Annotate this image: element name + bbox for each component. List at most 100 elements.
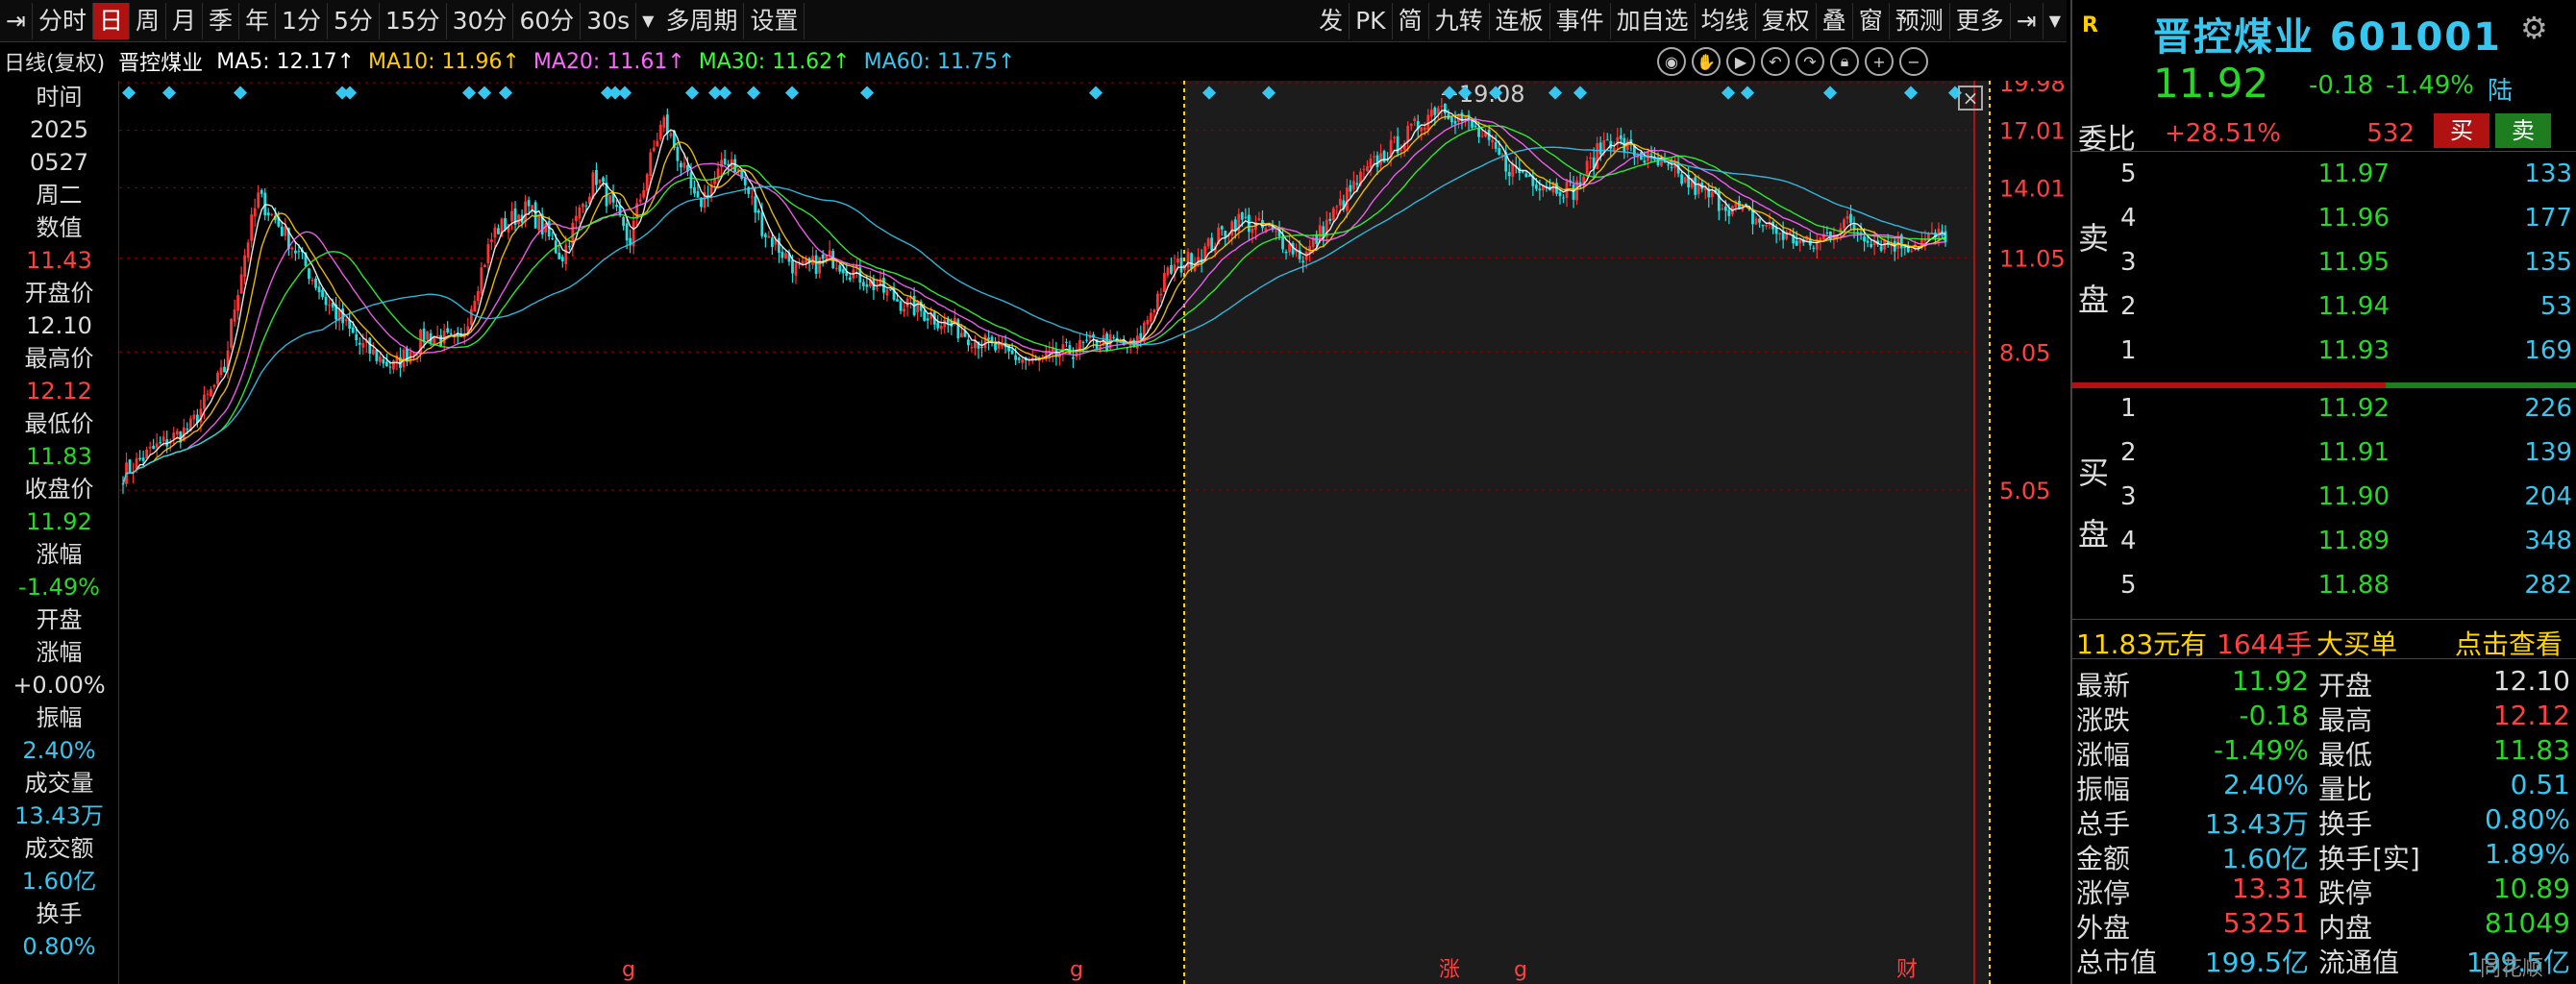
candle-body — [308, 268, 310, 280]
zoom-in-icon[interactable]: + — [1865, 47, 1894, 76]
stat-key: 涨停 — [2076, 877, 2131, 909]
hand-icon[interactable]: ✋ — [1692, 47, 1721, 76]
bids-level-row[interactable]: 1 11.92 226 — [2072, 394, 2576, 438]
watermark-text: 同花顺F10 — [2480, 957, 2544, 984]
period-button[interactable]: 30s — [581, 2, 637, 39]
candle-body — [750, 196, 754, 198]
bids-level-row[interactable]: 3 11.90 204 — [2072, 482, 2576, 527]
big-order-link[interactable]: 点击查看 — [2455, 624, 2563, 662]
stat-row: 最新 11.92 开盘 12.10 — [2072, 665, 2576, 701]
candle-body — [324, 296, 328, 306]
stat-key: 涨幅 — [2076, 739, 2131, 771]
candle-body — [1206, 238, 1210, 247]
period-button[interactable]: 5分 — [328, 2, 380, 39]
candle-body — [216, 372, 219, 384]
buy-button[interactable]: 买 — [2434, 113, 2489, 148]
zoom-out-icon[interactable]: − — [1899, 47, 1928, 76]
candle-body — [885, 289, 889, 296]
candle-body — [608, 195, 611, 204]
webi-diff: 532 — [2366, 119, 2415, 148]
candle-body — [490, 239, 493, 242]
level-price: 11.97 — [2317, 160, 2390, 188]
candle-body — [1393, 136, 1397, 138]
candle-body — [152, 445, 156, 450]
candle-body — [1683, 177, 1687, 183]
level-index: 5 — [2120, 571, 2137, 600]
candlestick-chart[interactable]: 19.9817.0114.0111.058.055.05 19.08gg涨g财 … — [119, 81, 2070, 984]
candle-body — [622, 217, 626, 227]
gear-icon[interactable]: ⚙ — [2520, 10, 2548, 46]
bids-level-row[interactable]: 5 11.88 282 — [2072, 571, 2576, 615]
toggle-sidebar-icon[interactable]: ⇥ — [0, 2, 33, 39]
tool-button[interactable]: 发 — [1313, 2, 1350, 39]
price-axis-label: 14.01 — [1999, 175, 2066, 202]
period-button[interactable]: 月 — [166, 2, 204, 39]
asks-level-row[interactable]: 2 11.94 53 — [2072, 292, 2576, 336]
period-button[interactable]: 年 — [239, 2, 277, 39]
chart-mode-label[interactable]: 日线(复权) — [4, 46, 105, 77]
tool-button[interactable]: 复权 — [1756, 2, 1817, 39]
period-button[interactable]: 季 — [203, 2, 240, 39]
multi-period-button[interactable]: 多周期 — [659, 2, 745, 39]
candle-body — [1558, 192, 1562, 197]
candle-body — [1014, 355, 1018, 360]
ma10-label: MA10: 11.96↑ — [368, 49, 520, 74]
candle-body — [889, 288, 892, 290]
tool-button[interactable]: 事件 — [1550, 2, 1611, 39]
period-button[interactable]: 分时 — [33, 2, 93, 39]
period-button[interactable]: 60分 — [513, 2, 582, 39]
tool-button[interactable]: 加自选 — [1611, 2, 1696, 39]
candle-body — [1585, 160, 1589, 175]
period-dropdown-icon[interactable]: ▼ — [636, 3, 659, 39]
candle-body — [1149, 312, 1152, 322]
redo-icon[interactable]: ↷ — [1796, 47, 1824, 76]
candle-body — [483, 264, 486, 268]
sell-button[interactable]: 卖 — [2495, 113, 2551, 148]
big-order-row[interactable]: 11.83元有 1644手 大买单 点击查看 — [2072, 619, 2576, 662]
stat-key: 开盘 — [2318, 670, 2373, 701]
tool-button[interactable]: 更多 — [1950, 2, 2011, 39]
bids-level-row[interactable]: 2 11.91 139 — [2072, 438, 2576, 482]
settings-button[interactable]: 设置 — [744, 2, 805, 39]
eye-icon[interactable]: ◉ — [1657, 47, 1686, 76]
collapse-panel-icon[interactable]: ⇥ — [2011, 2, 2043, 39]
tool-button[interactable]: 叠 — [1817, 2, 1853, 39]
info-field: 2025 — [29, 116, 89, 143]
play-icon[interactable]: ▶ — [1726, 47, 1755, 76]
undo-icon[interactable]: ↶ — [1761, 47, 1790, 76]
candle-body — [1863, 236, 1866, 242]
tool-button[interactable]: 简 — [1393, 2, 1429, 39]
tool-button[interactable]: 窗 — [1853, 2, 1890, 39]
asks-level-row[interactable]: 5 11.97 133 — [2072, 160, 2576, 204]
tool-button[interactable]: 预测 — [1890, 2, 1950, 39]
level-volume: 177 — [2524, 204, 2572, 233]
ma20-label: MA20: 11.61↑ — [533, 49, 685, 74]
bids-level-row[interactable]: 4 11.89 348 — [2072, 527, 2576, 571]
candle-body — [243, 255, 247, 277]
tool-button[interactable]: PK — [1350, 2, 1393, 39]
candle-body — [669, 133, 673, 136]
candle-body — [138, 457, 141, 460]
stat-key: 总手 — [2076, 808, 2131, 840]
candle-body — [1331, 208, 1335, 220]
stat-key: 外盘 — [2076, 912, 2131, 944]
period-button[interactable]: 日 — [92, 2, 130, 39]
level-index: 3 — [2120, 248, 2137, 277]
asks-level-row[interactable]: 1 11.93 169 — [2072, 336, 2576, 381]
period-button[interactable]: 周 — [130, 2, 166, 39]
tool-button[interactable]: 连板 — [1490, 2, 1550, 39]
asks-level-row[interactable]: 4 11.96 177 — [2072, 204, 2576, 248]
period-button[interactable]: 1分 — [276, 2, 328, 39]
tool-button[interactable]: 均线 — [1696, 2, 1756, 39]
candle-body — [351, 327, 355, 333]
candle-body — [1159, 293, 1163, 296]
level-price: 11.93 — [2317, 336, 2390, 365]
candle-body — [1429, 110, 1433, 117]
more-dropdown-icon[interactable]: ▼ — [2043, 3, 2067, 39]
period-button[interactable]: 30分 — [447, 2, 514, 39]
period-button[interactable]: 15分 — [380, 2, 447, 39]
asks-level-row[interactable]: 3 11.95 135 — [2072, 248, 2576, 292]
tool-button[interactable]: 九转 — [1429, 2, 1490, 39]
price-axis-label: 5.05 — [1999, 478, 2050, 504]
lock-icon[interactable]: 🔒︎ — [1830, 47, 1859, 76]
